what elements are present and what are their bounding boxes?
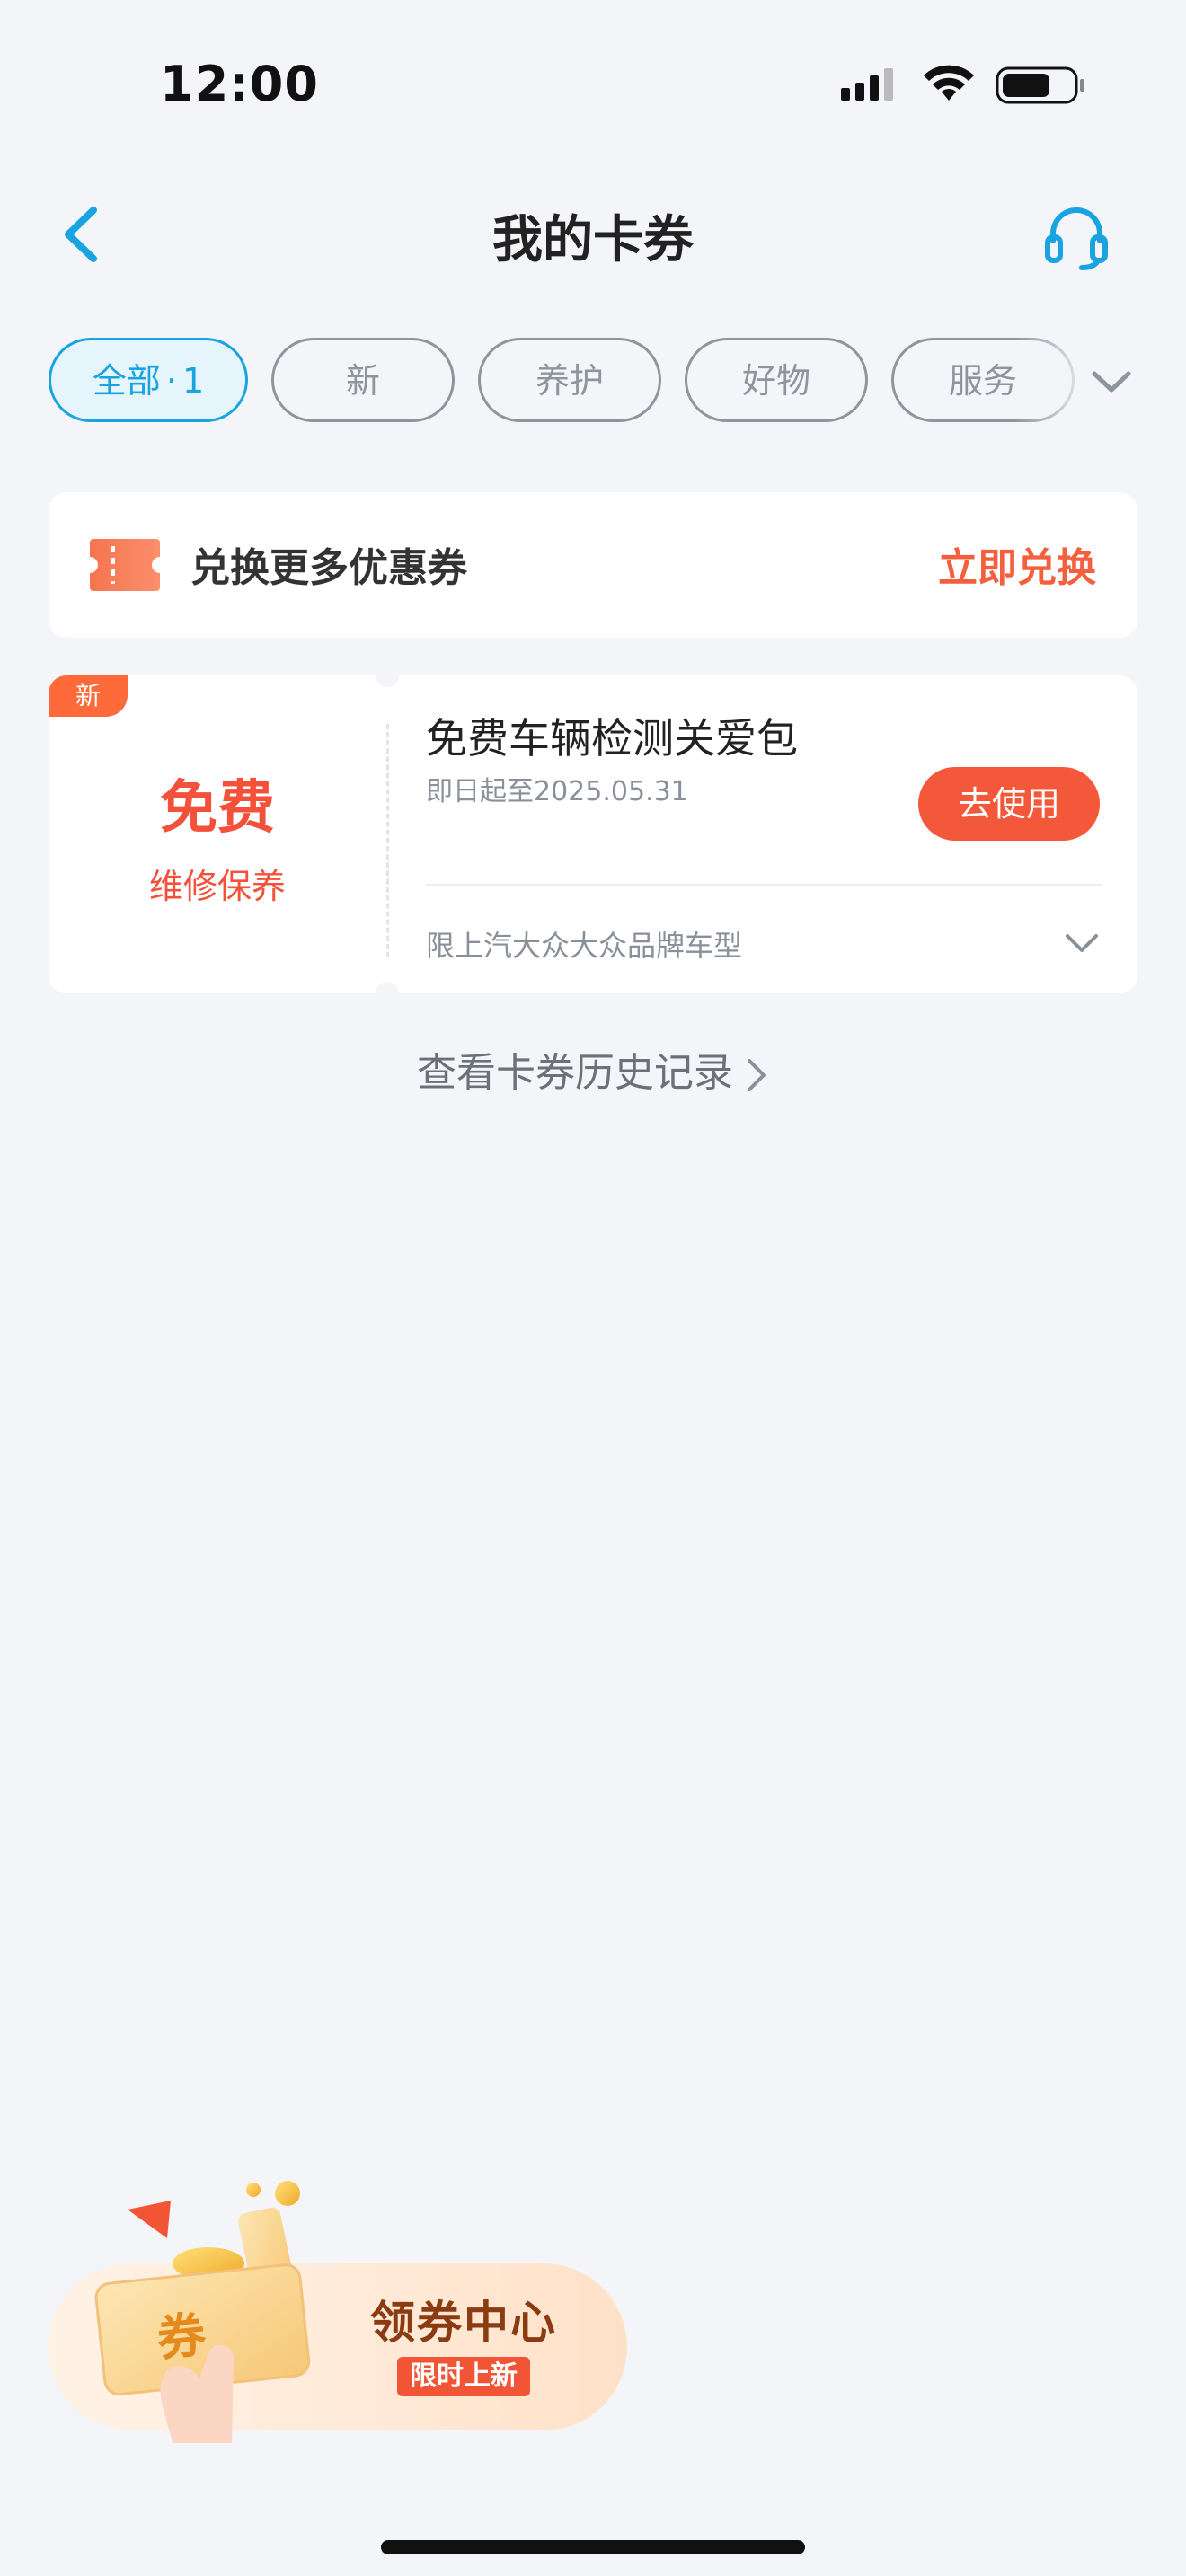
- exchange-label: 兑换更多优惠券: [190, 545, 467, 591]
- coupon-art-text: 券: [155, 2306, 209, 2367]
- coupon-restriction: 限上汽大众大众品牌车型: [426, 929, 743, 963]
- tab-maintenance[interactable]: 养护: [478, 338, 661, 422]
- signal-icon: [841, 68, 893, 101]
- coupon-notch-top: [376, 675, 399, 687]
- tab-all-label: 全部: [92, 361, 161, 401]
- coupon-separator: [426, 884, 1102, 886]
- chevron-down-icon[interactable]: [1064, 927, 1100, 957]
- exchange-coupon-card[interactable]: 兑换更多优惠券 立即兑换: [49, 492, 1137, 638]
- home-indicator: [381, 2540, 805, 2554]
- ticket-icon: [90, 539, 160, 591]
- exchange-now-link[interactable]: 立即兑换: [938, 535, 1096, 593]
- coupon-amount: 免费: [160, 775, 275, 842]
- coupon-name: 免费车辆检测关爱包: [426, 714, 798, 763]
- tab-new[interactable]: 新: [271, 338, 455, 422]
- coupon-center-title: 领券中心: [370, 2297, 557, 2349]
- coupon-validity: 即日起至2025.05.31: [426, 776, 688, 807]
- new-badge: 新: [49, 675, 128, 717]
- coupon-center-tag: 限时上新: [397, 2357, 530, 2396]
- battery-icon: [996, 66, 1084, 104]
- coupon-hand-icon: 券: [94, 2181, 311, 2443]
- chevron-down-icon[interactable]: [1089, 359, 1134, 404]
- coupon-category: 维修保养: [148, 867, 286, 906]
- status-time: 12:00: [160, 56, 319, 112]
- chevron-right-icon: [748, 1059, 766, 1091]
- coupon-notch-bottom: [376, 982, 399, 993]
- coupon-divider: [386, 724, 389, 957]
- history-link[interactable]: 查看卡券历史记录: [0, 1040, 1186, 1098]
- tab-all-count: 1: [181, 361, 205, 401]
- tab-all[interactable]: 全部 · 1: [49, 338, 248, 422]
- page-title: 我的卡券: [492, 211, 694, 269]
- filter-tabs: 全部 · 1 新养护 好物 服务: [49, 338, 1127, 422]
- coupon-card[interactable]: 新 免费 维修保养 免费车辆检测关爱包 即日起至2025.05.31 去使用 限…: [49, 675, 1137, 993]
- customer-service-icon[interactable]: [1044, 203, 1109, 271]
- tab-goods[interactable]: 好物: [685, 338, 868, 422]
- wifi-icon: [924, 65, 974, 101]
- status-icons: [841, 65, 1084, 104]
- history-link-label: 查看卡券历史记录: [417, 1050, 733, 1096]
- use-coupon-button[interactable]: 去使用: [918, 767, 1100, 841]
